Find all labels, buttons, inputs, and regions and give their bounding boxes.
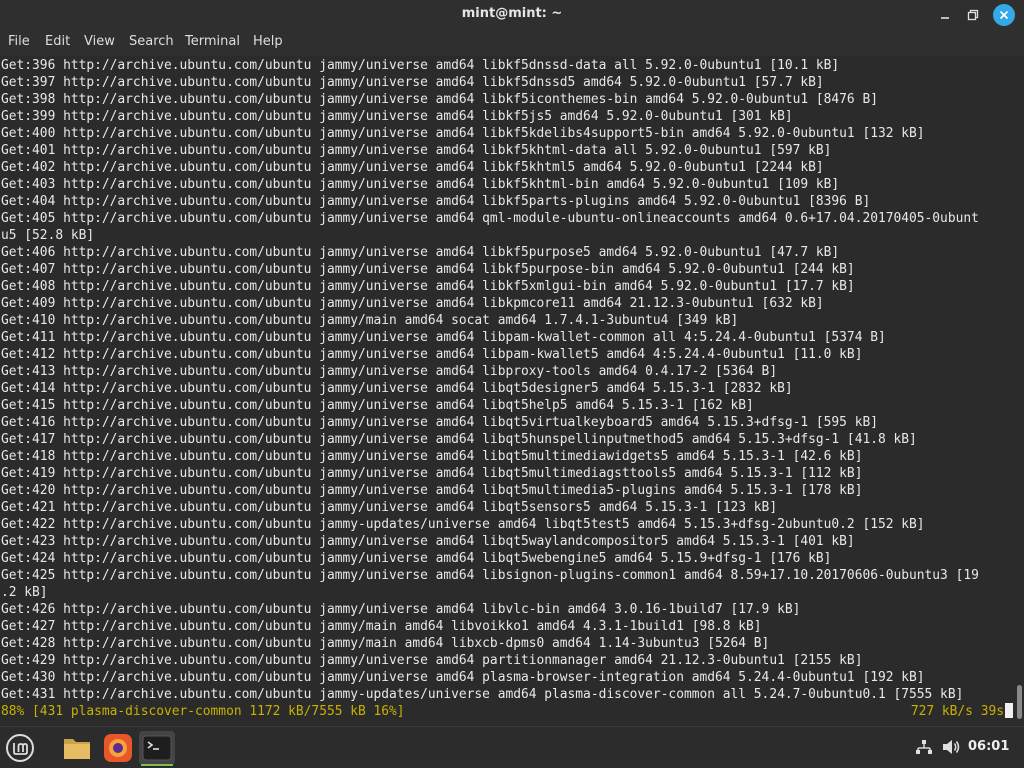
terminal-line: Get:429 http://archive.ubuntu.com/ubuntu… bbox=[1, 653, 863, 668]
apt-progress-speed-wrap: 727 kB/s 39s bbox=[911, 703, 1013, 720]
mint-menu-icon bbox=[6, 734, 34, 762]
terminal-line: Get:427 http://archive.ubuntu.com/ubuntu… bbox=[1, 619, 762, 634]
terminal-line: Get:418 http://archive.ubuntu.com/ubuntu… bbox=[1, 449, 863, 464]
terminal-line: Get:409 http://archive.ubuntu.com/ubuntu… bbox=[1, 296, 824, 311]
terminal-line: Get:422 http://archive.ubuntu.com/ubuntu… bbox=[1, 517, 925, 532]
terminal-lines: Get:396 http://archive.ubuntu.com/ubuntu… bbox=[1, 57, 1013, 703]
taskbar bbox=[0, 726, 1024, 768]
firefox-launcher[interactable] bbox=[102, 732, 134, 764]
apt-progress-line: 88% [431 plasma-discover-common 1172 kB/… bbox=[1, 703, 1013, 720]
terminal-line: Get:431 http://archive.ubuntu.com/ubuntu… bbox=[1, 687, 964, 702]
terminal-line: Get:408 http://archive.ubuntu.com/ubuntu… bbox=[1, 279, 855, 294]
terminal-line: Get:420 http://archive.ubuntu.com/ubuntu… bbox=[1, 483, 863, 498]
apt-progress-speed: 727 kB/s 39s bbox=[910, 704, 1004, 719]
terminal-line: Get:414 http://archive.ubuntu.com/ubuntu… bbox=[1, 381, 793, 396]
terminal-line: Get:410 http://archive.ubuntu.com/ubuntu… bbox=[1, 313, 739, 328]
terminal-line: Get:426 http://archive.ubuntu.com/ubuntu… bbox=[1, 602, 801, 617]
terminal-line: Get:413 http://archive.ubuntu.com/ubuntu… bbox=[1, 364, 778, 379]
network-tray[interactable] bbox=[915, 738, 933, 760]
files-folder-icon bbox=[64, 739, 90, 759]
volume-tray[interactable] bbox=[941, 738, 961, 760]
close-button[interactable] bbox=[993, 4, 1015, 26]
restore-icon bbox=[967, 9, 979, 21]
terminal-line: Get:416 http://archive.ubuntu.com/ubuntu… bbox=[1, 415, 878, 430]
terminal-line: Get:397 http://archive.ubuntu.com/ubuntu… bbox=[1, 75, 824, 90]
files-launcher[interactable] bbox=[61, 732, 93, 764]
volume-icon bbox=[943, 740, 960, 754]
window-title: mint@mint: ~ bbox=[461, 6, 563, 21]
terminal-line: Get:419 http://archive.ubuntu.com/ubuntu… bbox=[1, 466, 863, 481]
menu-help[interactable]: Help bbox=[253, 34, 283, 49]
terminal-line: Get:406 http://archive.ubuntu.com/ubuntu… bbox=[1, 245, 840, 260]
terminal-line: Get:428 http://archive.ubuntu.com/ubuntu… bbox=[1, 636, 770, 651]
clock[interactable]: 06:01 bbox=[968, 739, 1009, 754]
terminal-line: Get:425 http://archive.ubuntu.com/ubuntu… bbox=[1, 568, 979, 583]
network-icon bbox=[916, 740, 932, 754]
terminal-line: Get:403 http://archive.ubuntu.com/ubuntu… bbox=[1, 177, 840, 192]
terminal-line: Get:398 http://archive.ubuntu.com/ubuntu… bbox=[1, 92, 878, 107]
terminal-line: Get:407 http://archive.ubuntu.com/ubuntu… bbox=[1, 262, 855, 277]
window-titlebar[interactable]: mint@mint: ~ bbox=[0, 0, 1024, 30]
close-icon bbox=[999, 10, 1009, 20]
mint-menu-button[interactable] bbox=[4, 732, 36, 764]
terminal-line: Get:421 http://archive.ubuntu.com/ubuntu… bbox=[1, 500, 778, 515]
terminal-line: Get:415 http://archive.ubuntu.com/ubuntu… bbox=[1, 398, 754, 413]
menu-search[interactable]: Search bbox=[129, 34, 174, 49]
terminal-launcher[interactable] bbox=[139, 731, 175, 765]
terminal-line: Get:396 http://archive.ubuntu.com/ubuntu… bbox=[1, 58, 840, 73]
terminal-line: Get:411 http://archive.ubuntu.com/ubuntu… bbox=[1, 330, 886, 345]
terminal-cursor bbox=[1005, 703, 1013, 718]
terminal-line: Get:412 http://archive.ubuntu.com/ubuntu… bbox=[1, 347, 863, 362]
menu-file[interactable]: File bbox=[8, 34, 30, 49]
terminal-line: Get:400 http://archive.ubuntu.com/ubuntu… bbox=[1, 126, 925, 141]
minimize-icon bbox=[941, 17, 949, 19]
terminal-output[interactable]: Get:396 http://archive.ubuntu.com/ubuntu… bbox=[0, 56, 1024, 724]
terminal-line: Get:430 http://archive.ubuntu.com/ubuntu… bbox=[1, 670, 925, 685]
terminal-line: Get:405 http://archive.ubuntu.com/ubuntu… bbox=[1, 211, 979, 226]
menu-terminal[interactable]: Terminal bbox=[185, 34, 240, 49]
minimize-button[interactable] bbox=[934, 4, 956, 26]
terminal-line: Get:424 http://archive.ubuntu.com/ubuntu… bbox=[1, 551, 832, 566]
terminal-line: Get:417 http://archive.ubuntu.com/ubuntu… bbox=[1, 432, 917, 447]
active-window-indicator bbox=[141, 764, 173, 766]
menu-bar: File Edit View Search Terminal Help bbox=[0, 30, 1024, 56]
terminal-scrollbar[interactable] bbox=[1017, 685, 1022, 719]
terminal-line: Get:423 http://archive.ubuntu.com/ubuntu… bbox=[1, 534, 855, 549]
terminal-line: Get:399 http://archive.ubuntu.com/ubuntu… bbox=[1, 109, 793, 124]
firefox-icon bbox=[104, 734, 132, 762]
terminal-line: Get:402 http://archive.ubuntu.com/ubuntu… bbox=[1, 160, 824, 175]
terminal-line: .2 kB] bbox=[1, 585, 48, 600]
terminal-icon bbox=[142, 735, 172, 761]
terminal-line: Get:404 http://archive.ubuntu.com/ubuntu… bbox=[1, 194, 871, 209]
menu-view[interactable]: View bbox=[84, 34, 115, 49]
menu-edit[interactable]: Edit bbox=[45, 34, 70, 49]
apt-progress-status: 88% [431 plasma-discover-common 1172 kB/… bbox=[1, 704, 405, 719]
terminal-line: u5 [52.8 kB] bbox=[1, 228, 95, 243]
terminal-line: Get:401 http://archive.ubuntu.com/ubuntu… bbox=[1, 143, 832, 158]
maximize-button[interactable] bbox=[962, 4, 984, 26]
